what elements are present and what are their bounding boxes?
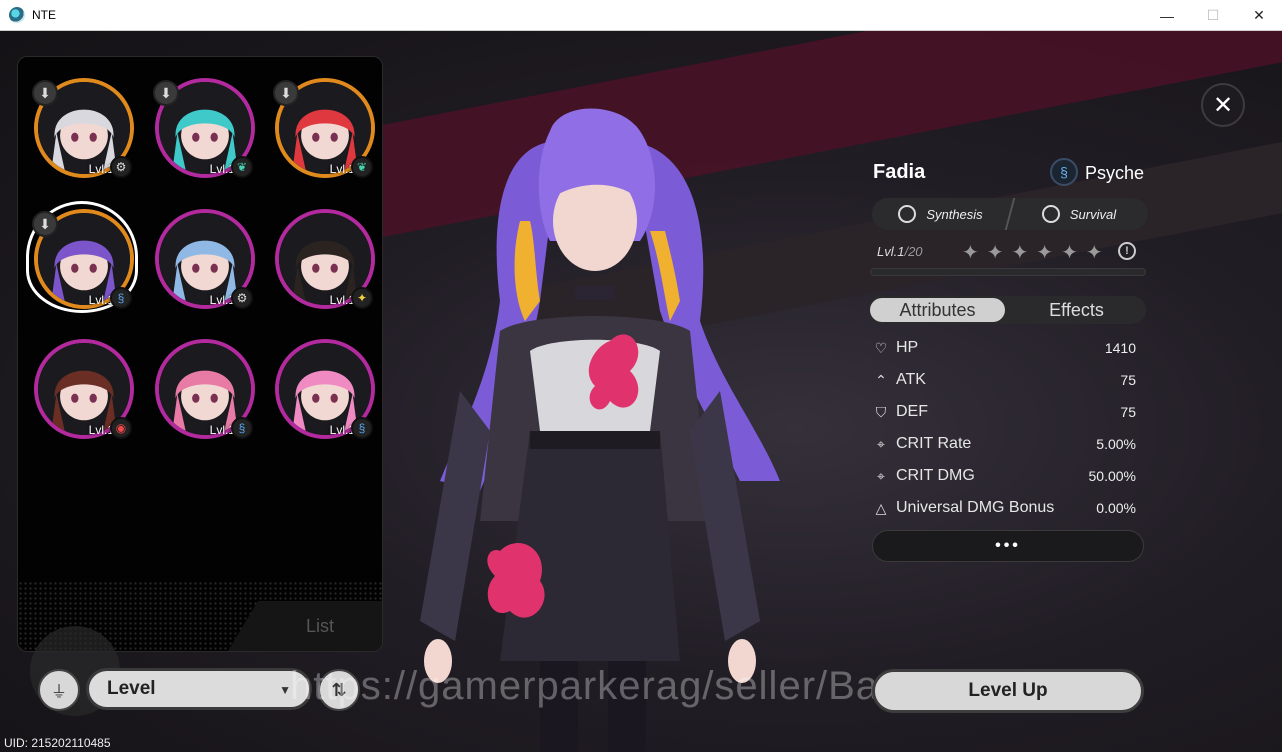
psyche-icon: § bbox=[231, 417, 253, 439]
tag-survival[interactable]: Survival bbox=[1004, 198, 1153, 230]
roster-character-card[interactable]: Lvl.1 § bbox=[155, 339, 259, 443]
stat-name: HP bbox=[896, 339, 919, 356]
gear-icon: ⚙ bbox=[231, 287, 253, 309]
element-name: Psyche bbox=[1085, 163, 1145, 183]
roster-character-card[interactable]: ⬇ Lvl.1 ❦ bbox=[273, 78, 379, 182]
tag-label: Survival bbox=[1070, 206, 1117, 222]
stat-row: ⌖ CRIT Rate 5.00% bbox=[872, 428, 1144, 460]
shield-icon: ⛉ bbox=[875, 403, 887, 420]
spark-icon: ✦ bbox=[351, 287, 373, 309]
roster-character-card[interactable]: ⬇ Lvl.1 ❦ bbox=[153, 78, 259, 182]
sort-select-label: Level bbox=[107, 678, 156, 699]
download-icon[interactable]: ⬇ bbox=[32, 211, 58, 237]
close-button[interactable]: ✕ bbox=[1201, 83, 1245, 127]
star-icon: ✦ bbox=[962, 242, 979, 264]
stat-name: CRIT Rate bbox=[896, 435, 972, 452]
star-icon: ✦ bbox=[1061, 242, 1078, 264]
stat-value: 50.00% bbox=[1088, 468, 1136, 484]
stat-value: 5.00% bbox=[1096, 436, 1136, 452]
info-tabs: Attributes Effects bbox=[868, 296, 1146, 324]
tag-label: Synthesis bbox=[926, 206, 983, 222]
stat-value: 75 bbox=[1120, 404, 1136, 420]
stat-name: ATK bbox=[896, 371, 926, 388]
xp-bar bbox=[870, 268, 1146, 276]
roster-character-card[interactable]: Lvl.1 ✦ bbox=[275, 209, 379, 313]
stat-value: 1410 bbox=[1104, 340, 1136, 356]
stats-list: ♡ HP 1410 ⌃ ATK 75 ⛉ DEF 75 ⌖ CRIT Rate 5.00% ⌖ CRIT … bbox=[872, 332, 1144, 524]
role-tags: Synthesis Survival bbox=[872, 198, 1153, 230]
survival-icon bbox=[1042, 205, 1061, 223]
heart-icon: ♡ bbox=[874, 339, 888, 356]
tag-synthesis[interactable]: Synthesis bbox=[872, 198, 1009, 230]
app-icon bbox=[9, 7, 25, 23]
stat-row: ⌖ CRIT DMG 50.00% bbox=[872, 460, 1144, 492]
psyche-icon: § bbox=[1050, 158, 1078, 186]
psyche-icon: § bbox=[110, 287, 132, 309]
star-icon: ✦ bbox=[1085, 242, 1103, 264]
roster-character-card[interactable]: Lvl.1 ◉ bbox=[34, 339, 138, 443]
level-display: Lvl.1/20 bbox=[877, 244, 923, 259]
window-titlebar: NTE — ☐ ✕ bbox=[0, 0, 1282, 31]
tab-effects[interactable]: Effects bbox=[1009, 298, 1144, 322]
star-rating: ✦ ✦ ✦ ✦ ✦ ✦ bbox=[962, 240, 1103, 265]
stat-row: ⌃ ATK 75 bbox=[872, 364, 1144, 396]
window-close-button[interactable]: ✕ bbox=[1236, 0, 1282, 31]
more-button[interactable]: ••• bbox=[872, 530, 1144, 562]
star-icon: ✦ bbox=[1036, 242, 1054, 264]
stat-value: 0.00% bbox=[1096, 500, 1136, 516]
roster-character-card[interactable]: Lvl.1 § bbox=[275, 339, 379, 443]
crosshair-icon: ⌖ bbox=[877, 435, 885, 452]
download-icon[interactable]: ⬇ bbox=[32, 80, 58, 106]
maximize-button[interactable]: ☐ bbox=[1190, 0, 1236, 31]
triangle-icon: △ bbox=[875, 499, 887, 516]
sort-select[interactable]: Level ▼ bbox=[86, 668, 312, 710]
character-name: Fadia bbox=[873, 161, 926, 183]
stat-row: ♡ HP 1410 bbox=[872, 332, 1144, 364]
star-icon: ✦ bbox=[1011, 242, 1029, 264]
stat-row: ⛉ DEF 75 bbox=[872, 396, 1144, 428]
uid-label: UID: 215202110485 bbox=[4, 736, 111, 750]
stat-name: Universal DMG Bonus bbox=[896, 499, 1055, 516]
filter-button[interactable]: ⏚ bbox=[38, 669, 80, 711]
roster-character-card[interactable]: Lvl.1 ⚙ bbox=[155, 209, 259, 313]
roster-character-card[interactable]: ⬇ Lvl.1 ⚙ bbox=[32, 78, 138, 182]
synthesis-icon bbox=[898, 205, 917, 223]
window-title: NTE bbox=[32, 8, 56, 22]
window-controls: — ☐ ✕ bbox=[1144, 0, 1282, 31]
stat-name: DEF bbox=[896, 403, 928, 420]
minimize-button[interactable]: — bbox=[1144, 0, 1190, 31]
fire-icon: ◉ bbox=[110, 417, 132, 439]
tab-attributes[interactable]: Attributes bbox=[870, 298, 1005, 322]
psyche-icon: § bbox=[351, 417, 373, 439]
leaf-icon: ❦ bbox=[351, 156, 373, 178]
level-max: /20 bbox=[904, 244, 923, 259]
character-model bbox=[420, 108, 780, 752]
atk-icon: ⌃ bbox=[875, 371, 887, 388]
info-button[interactable]: ! bbox=[1118, 242, 1136, 260]
level-prefix: Lvl. bbox=[877, 244, 898, 259]
roster-character-card[interactable]: ⬇ Lvl.1 § bbox=[26, 201, 138, 313]
download-icon[interactable]: ⬇ bbox=[153, 80, 179, 106]
stat-name: CRIT DMG bbox=[896, 467, 975, 484]
filter-icon: ⏚ bbox=[50, 684, 67, 701]
star-icon: ✦ bbox=[986, 242, 1004, 264]
level-up-button[interactable]: Level Up bbox=[872, 669, 1144, 713]
crosshair-icon: ⌖ bbox=[877, 467, 885, 484]
leaf-icon: ❦ bbox=[231, 156, 253, 178]
gear-icon: ⚙ bbox=[110, 156, 132, 178]
stat-row: △ Universal DMG Bonus 0.00% bbox=[872, 492, 1144, 524]
stat-value: 75 bbox=[1120, 372, 1136, 388]
download-icon[interactable]: ⬇ bbox=[273, 80, 299, 106]
